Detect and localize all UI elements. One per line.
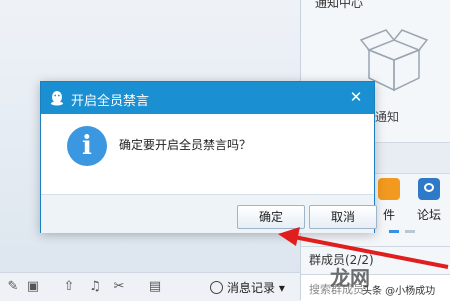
qq-penguin-icon (51, 91, 63, 106)
watermark: 龙网 头条 @小杨成功 (300, 262, 450, 300)
mute-all-dialog: 开启全员禁言 ✕ i 确定要开启全员禁言吗？ 确定 取消 (40, 81, 377, 233)
dialog-message: 确定要开启全员禁言吗？ (119, 138, 252, 152)
music-icon[interactable]: ♫ (88, 280, 102, 294)
info-icon: i (67, 126, 107, 166)
file-app-label: 件 (382, 208, 395, 222)
forum-app-label: 论坛 (416, 208, 441, 222)
chat-toolbar: ✎ ▣ ⇧ ♫ ✂ ▤ 消息记录 ▾ (0, 272, 300, 301)
image-icon[interactable]: ▣ (26, 280, 40, 294)
screenshot-icon[interactable]: ▤ (148, 280, 162, 294)
file-icon (378, 178, 400, 200)
font-edit-icon[interactable]: ✎ (6, 280, 20, 294)
forum-app-tile[interactable]: 论坛 (409, 178, 449, 223)
scissors-icon[interactable]: ✂ (112, 280, 126, 294)
dialog-title: 开启全员禁言 (71, 94, 150, 109)
notice-center-header: 通知中心 (315, 0, 364, 10)
message-history-label: 消息记录 (227, 281, 276, 295)
chevron-down-icon: ▾ (278, 281, 285, 295)
message-history-button[interactable]: 消息记录 ▾ (210, 279, 285, 296)
dialog-titlebar[interactable]: 开启全员禁言 ✕ (41, 82, 374, 114)
watermark-caption: 头条 @小杨成功 (362, 286, 436, 297)
forum-icon (418, 178, 440, 200)
close-icon[interactable]: ✕ (348, 89, 364, 105)
clock-icon (210, 281, 223, 294)
upload-icon[interactable]: ⇧ (62, 280, 76, 294)
